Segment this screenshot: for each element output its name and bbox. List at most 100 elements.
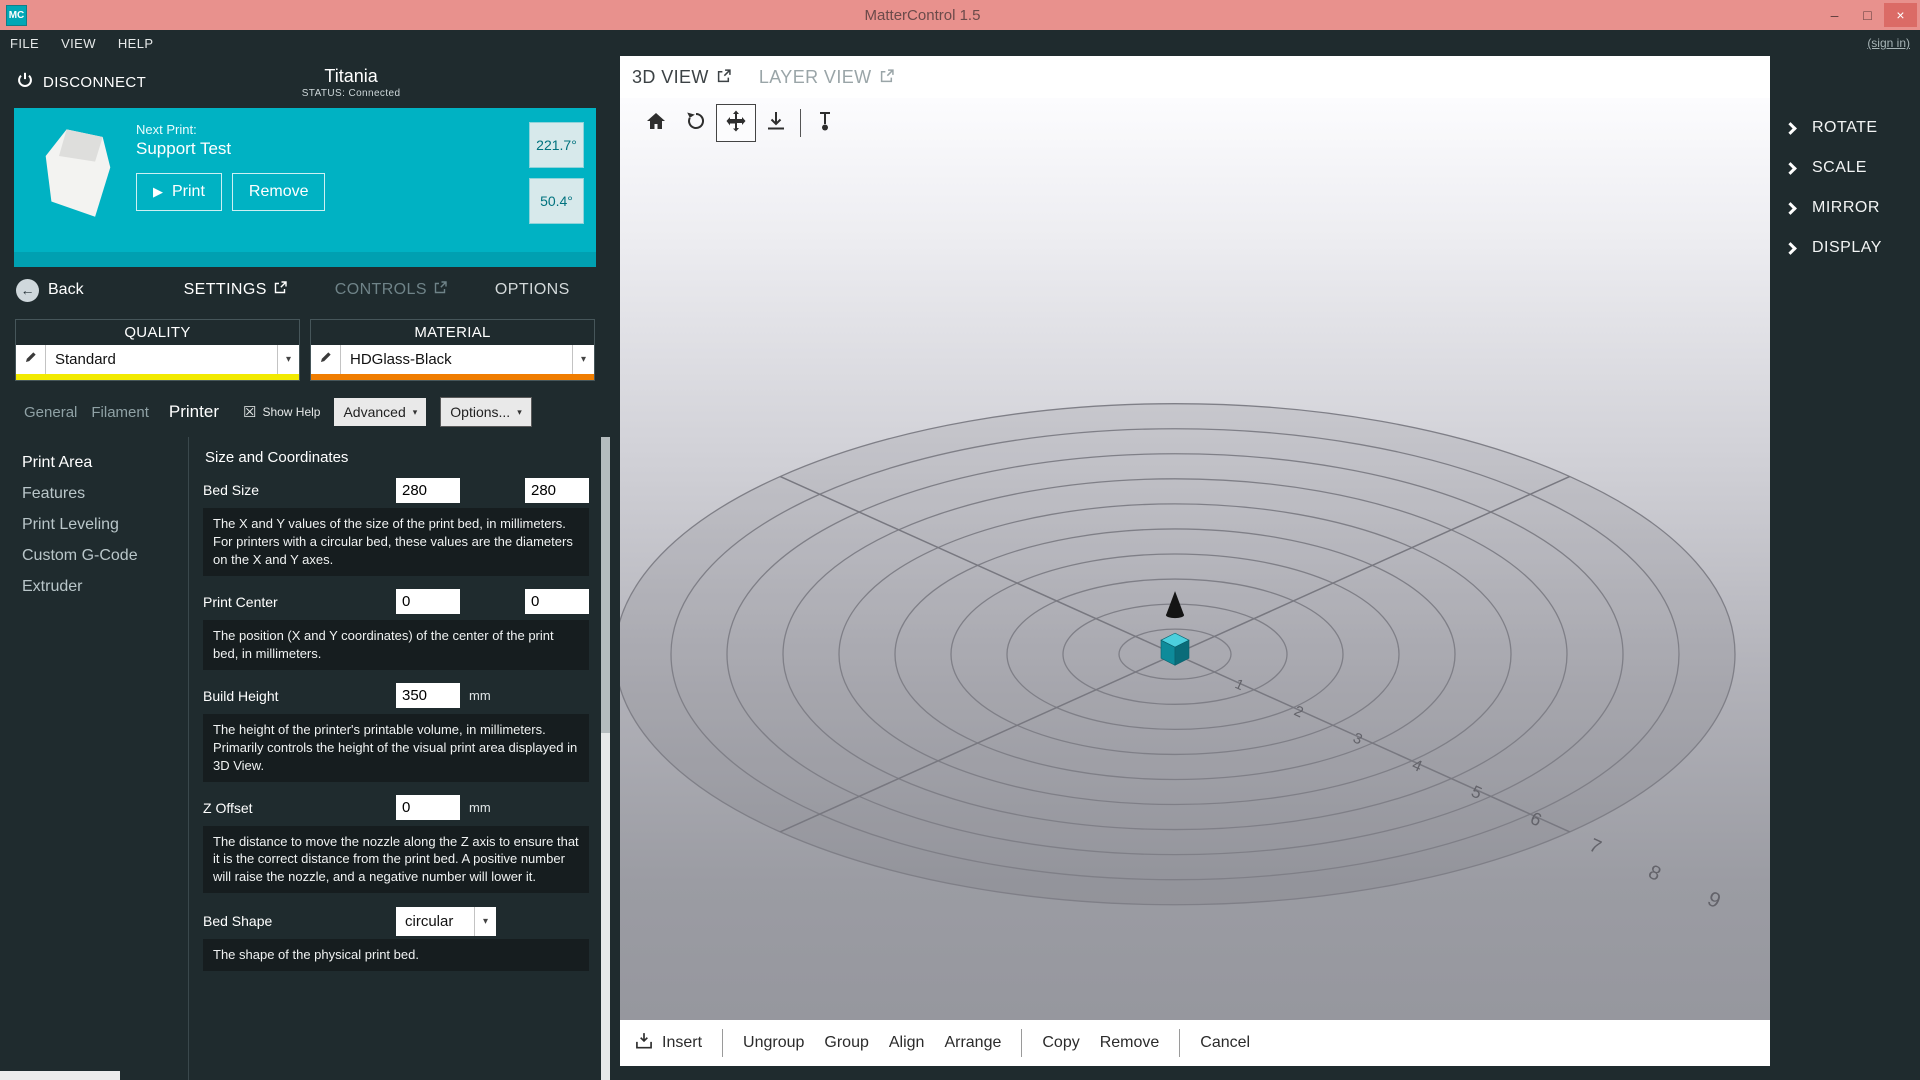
chevron-right-icon xyxy=(1784,202,1797,215)
z-offset-help: The distance to move the nozzle along th… xyxy=(203,826,589,894)
toolbar-divider xyxy=(722,1029,723,1057)
arrow-down-to-line-icon xyxy=(764,109,788,138)
quality-label: QUALITY xyxy=(16,320,299,345)
sidebar-item-extruder[interactable]: Extruder xyxy=(22,575,188,598)
group-button[interactable]: Group xyxy=(824,1034,868,1052)
view-tabs: 3D VIEW LAYER VIEW xyxy=(620,56,1770,98)
cancel-button[interactable]: Cancel xyxy=(1200,1034,1250,1052)
sign-in-link[interactable]: (sign in) xyxy=(1867,36,1910,50)
build-height-input[interactable] xyxy=(396,683,460,708)
scene-toolbar: Insert Ungroup Group Align Arrange Copy … xyxy=(620,1020,1770,1066)
mirror-section-button[interactable]: MIRROR xyxy=(1770,188,1920,228)
viewport-3d-canvas[interactable]: 1 2 3 4 5 6 7 8 9 xyxy=(620,98,1770,1020)
display-section-button[interactable]: DISPLAY xyxy=(1770,228,1920,268)
tab-options[interactable]: OPTIONS xyxy=(495,281,570,299)
arrange-button[interactable]: Arrange xyxy=(944,1034,1001,1052)
printer-bed: 1 2 3 4 5 6 7 8 9 xyxy=(620,98,1770,1020)
menu-help[interactable]: HELP xyxy=(118,36,154,51)
power-icon xyxy=(16,71,34,94)
rotate-section-button[interactable]: ROTATE xyxy=(1770,108,1920,148)
tab-layer-view[interactable]: LAYER VIEW xyxy=(759,67,894,88)
print-object-cube[interactable] xyxy=(1161,633,1189,665)
external-link-icon xyxy=(274,281,287,299)
bed-shape-label: Bed Shape xyxy=(203,913,396,929)
panel-nav: ← Back SETTINGS CONTROLS OPTIONS xyxy=(0,267,610,313)
bed-shape-value: circular xyxy=(396,907,474,936)
drop-to-bed-button[interactable] xyxy=(756,104,796,142)
settings-tabs-row: General Filament Printer ☒ Show Help Adv… xyxy=(0,381,610,437)
rotate-view-button[interactable] xyxy=(676,104,716,142)
z-probe-button[interactable] xyxy=(805,104,845,142)
tab-controls[interactable]: CONTROLS xyxy=(335,281,447,299)
sidebar-item-custom-gcode[interactable]: Custom G-Code xyxy=(22,544,188,567)
material-select[interactable]: HDGlass-Black xyxy=(341,345,572,374)
bed-size-y-input[interactable] xyxy=(525,478,589,503)
align-button[interactable]: Align xyxy=(889,1034,925,1052)
scale-section-button[interactable]: SCALE xyxy=(1770,148,1920,188)
bed-size-x-input[interactable] xyxy=(396,478,460,503)
tab-printer[interactable]: Printer xyxy=(169,402,219,422)
quality-accent-bar xyxy=(16,374,299,380)
minimize-button[interactable]: – xyxy=(1818,3,1851,27)
app-logo: MC xyxy=(6,5,27,26)
settings-sub-nav: Print Area Features Print Leveling Custo… xyxy=(0,437,188,1080)
edit-quality-button[interactable] xyxy=(16,345,46,374)
tab-general[interactable]: General xyxy=(24,404,77,421)
advanced-dropdown[interactable]: Advanced ▾ xyxy=(334,398,426,426)
print-button[interactable]: ▶ Print xyxy=(136,173,222,211)
menu-view[interactable]: VIEW xyxy=(61,36,96,51)
tab-3d-view[interactable]: 3D VIEW xyxy=(632,67,731,88)
menu-file[interactable]: FILE xyxy=(10,36,39,51)
copy-button[interactable]: Copy xyxy=(1042,1034,1079,1052)
bed-temp-display[interactable]: 50.4° xyxy=(529,178,584,224)
dropdown-arrow-icon[interactable]: ▾ xyxy=(277,345,299,374)
insert-button[interactable]: Insert xyxy=(634,1031,702,1056)
extruder-temp-display[interactable]: 221.7° xyxy=(529,122,584,168)
options-dropdown[interactable]: Options... ▾ xyxy=(440,397,531,427)
tab-filament[interactable]: Filament xyxy=(91,404,149,421)
tab-layer-view-label: LAYER VIEW xyxy=(759,67,872,88)
ungroup-button[interactable]: Ungroup xyxy=(743,1034,804,1052)
material-label: MATERIAL xyxy=(311,320,594,345)
svg-text:9: 9 xyxy=(1704,887,1724,913)
back-button[interactable]: ← Back xyxy=(16,279,84,302)
bed-shape-select[interactable]: circular ▾ xyxy=(396,907,496,936)
remove-button[interactable]: Remove xyxy=(232,173,326,211)
toolbar-divider xyxy=(800,109,801,137)
rotate-icon xyxy=(684,109,708,138)
next-print-name: Support Test xyxy=(136,139,325,159)
window-resize-strip xyxy=(0,1071,120,1080)
temperature-widgets: 221.7° 50.4° xyxy=(529,120,584,224)
z-offset-input[interactable] xyxy=(396,795,460,820)
rotate-section-label: ROTATE xyxy=(1812,119,1878,137)
sidebar-item-print-area[interactable]: Print Area xyxy=(22,451,188,474)
insert-icon xyxy=(634,1031,654,1056)
back-arrow-icon: ← xyxy=(16,279,39,302)
disconnect-button[interactable]: DISCONNECT xyxy=(0,56,162,108)
maximize-button[interactable]: □ xyxy=(1851,3,1884,27)
pan-view-button[interactable] xyxy=(716,104,756,142)
settings-scrollbar[interactable] xyxy=(601,437,610,1080)
edit-material-button[interactable] xyxy=(311,345,341,374)
remove-object-button[interactable]: Remove xyxy=(1100,1034,1160,1052)
show-help-label: Show Help xyxy=(262,405,320,419)
pencil-icon xyxy=(24,350,38,369)
sidebar-item-print-leveling[interactable]: Print Leveling xyxy=(22,513,188,536)
print-center-y-input[interactable] xyxy=(525,589,589,614)
svg-text:8: 8 xyxy=(1645,861,1664,886)
scrollbar-thumb[interactable] xyxy=(601,437,610,733)
show-help-checkbox[interactable]: ☒ Show Help xyxy=(243,405,320,420)
titlebar: MC MatterControl 1.5 – □ × xyxy=(0,0,1920,30)
home-view-button[interactable] xyxy=(636,104,676,142)
move-icon xyxy=(724,109,748,138)
sidebar-item-features[interactable]: Features xyxy=(22,482,188,505)
print-queue-panel: Next Print: Support Test ▶ Print Remove … xyxy=(14,108,596,252)
dropdown-arrow-icon[interactable]: ▾ xyxy=(572,345,594,374)
print-center-x-input[interactable] xyxy=(396,589,460,614)
tab-settings[interactable]: SETTINGS xyxy=(184,281,287,299)
quality-select[interactable]: Standard xyxy=(46,345,277,374)
dropdown-arrow-icon: ▾ xyxy=(474,907,496,936)
object-edit-menu: ROTATE SCALE MIRROR DISPLAY xyxy=(1770,56,1920,1080)
printer-identity: Titania STATUS: Connected xyxy=(162,66,610,99)
close-button[interactable]: × xyxy=(1884,3,1917,27)
